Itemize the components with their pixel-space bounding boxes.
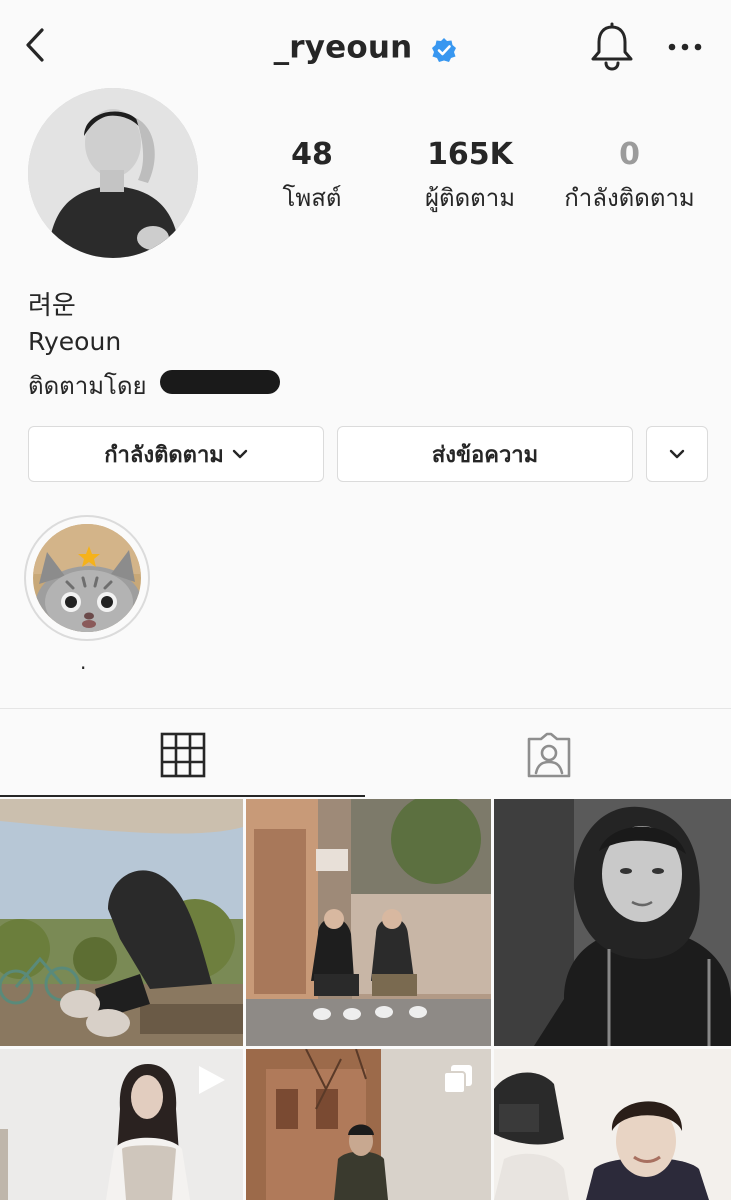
tagged-person-icon — [527, 732, 570, 778]
chevron-down-icon — [669, 449, 685, 459]
grid-post-4[interactable] — [0, 1049, 243, 1200]
posts-count: 48 — [291, 137, 333, 172]
grid-post-3[interactable] — [494, 799, 731, 1046]
chevron-down-icon — [232, 449, 248, 459]
verified-badge-icon — [431, 35, 457, 62]
tab-grid[interactable] — [0, 712, 365, 798]
username-text: _ryeoun — [273, 29, 413, 66]
redacted-username-mark — [160, 370, 280, 394]
more-options-icon[interactable] — [664, 32, 708, 62]
story-highlight-label: . — [80, 650, 87, 674]
bio-name: Ryeoun — [28, 327, 122, 356]
carousel-icon — [443, 1065, 472, 1094]
followed-by-text[interactable]: ติดตามโดย — [28, 366, 147, 405]
followers-stat[interactable]: 165K ผู้ติดตาม — [405, 140, 535, 217]
grid-post-1[interactable] — [0, 799, 243, 1046]
tab-tagged[interactable] — [366, 712, 731, 798]
grid-post-2[interactable] — [246, 799, 491, 1046]
video-icon — [199, 1066, 225, 1094]
following-count: 0 — [619, 137, 640, 172]
bell-icon[interactable] — [588, 22, 636, 72]
message-button[interactable]: ส่งข้อความ — [337, 426, 633, 482]
story-highlight-cover[interactable] — [33, 524, 141, 632]
suggested-accounts-button[interactable] — [646, 426, 708, 482]
following-stat[interactable]: 0 กำลังติดตาม — [552, 140, 707, 217]
following-button-label: กำลังติดตาม — [104, 442, 224, 468]
grid-post-5[interactable] — [246, 1049, 491, 1200]
display-name: 려운 — [28, 291, 76, 321]
message-button-label: ส่งข้อความ — [431, 442, 539, 468]
following-button[interactable]: กำลังติดตาม — [28, 426, 324, 482]
grid-icon — [160, 732, 205, 778]
followers-label: ผู้ติดตาม — [424, 184, 516, 212]
grid-post-6[interactable] — [494, 1049, 731, 1200]
posts-stat[interactable]: 48 โพสต์ — [262, 140, 362, 217]
followers-count: 165K — [427, 137, 513, 172]
posts-label: โพสต์ — [282, 184, 342, 212]
following-label: กำลังติดตาม — [564, 184, 695, 212]
active-tab-indicator — [0, 795, 365, 797]
top-bar: _ryeoun — [0, 0, 731, 95]
tabs-divider — [0, 708, 731, 709]
profile-avatar[interactable] — [28, 88, 198, 258]
